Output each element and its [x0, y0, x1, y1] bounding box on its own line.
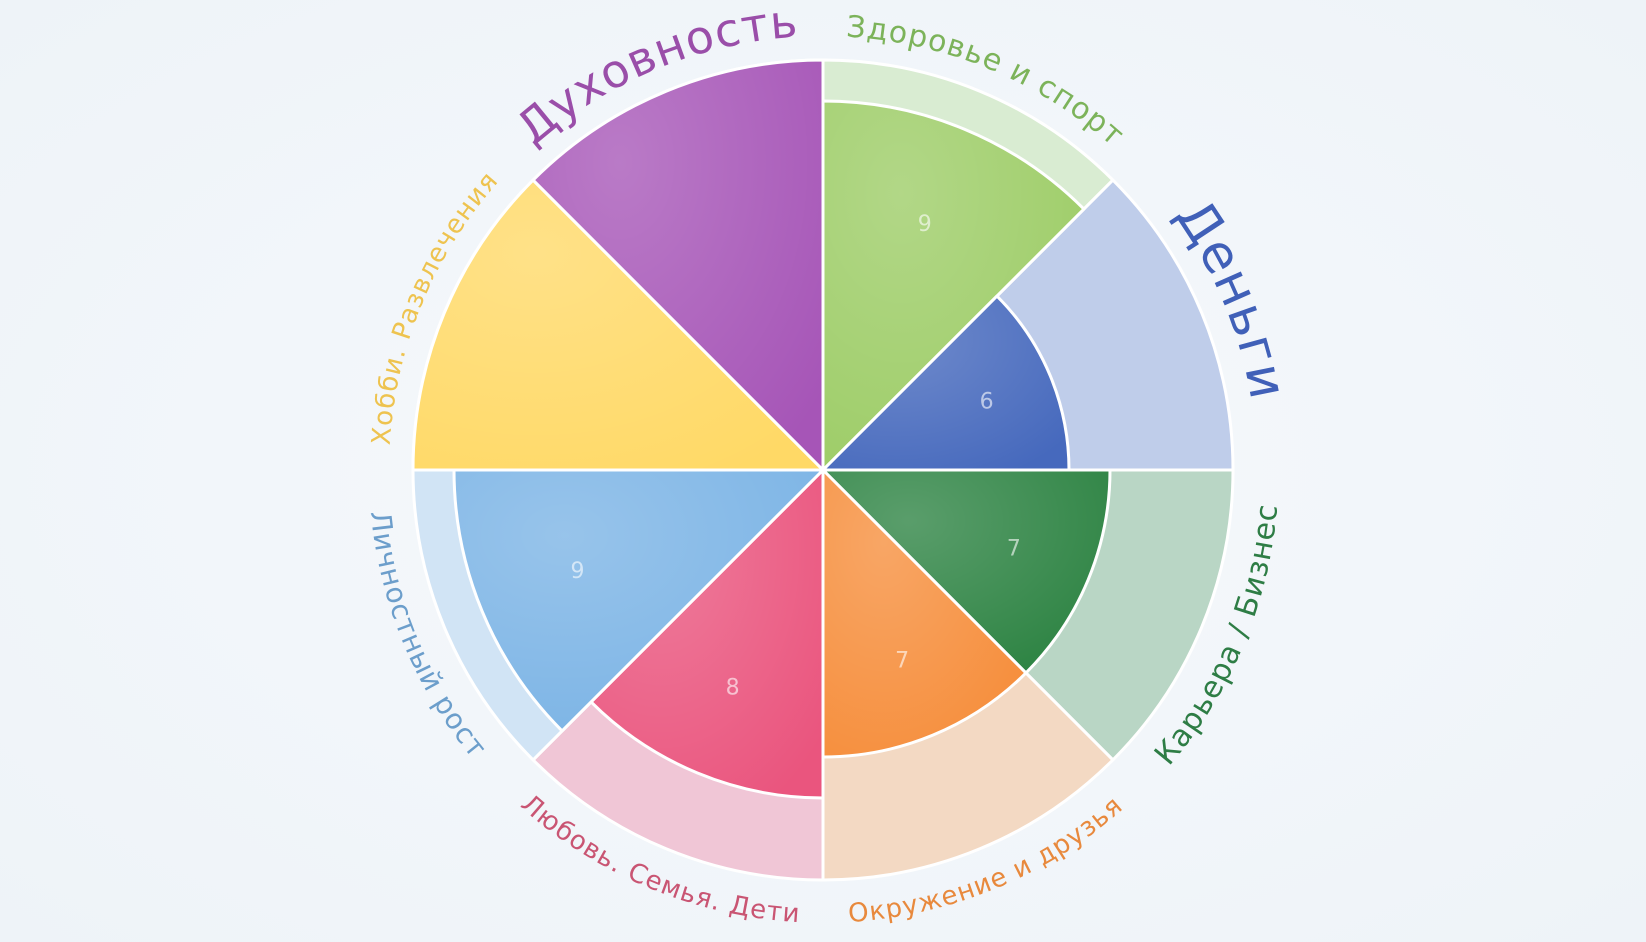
chart-canvas: 967789 Здоровье и спорт Деньги Карьера / Б…	[0, 0, 1646, 942]
segment-4-value-label: 7	[895, 648, 909, 673]
segment-6-value-label: 9	[571, 559, 585, 584]
segment-5-value-label: 8	[726, 676, 740, 701]
segment-2-value-label: 6	[980, 390, 994, 415]
segment-3-value-label: 7	[1007, 537, 1021, 562]
segment-1-value-label: 9	[918, 212, 932, 237]
life-balance-wheel: 967789 Здоровье и спортДеньгиКарьера / Б…	[364, 0, 1297, 929]
